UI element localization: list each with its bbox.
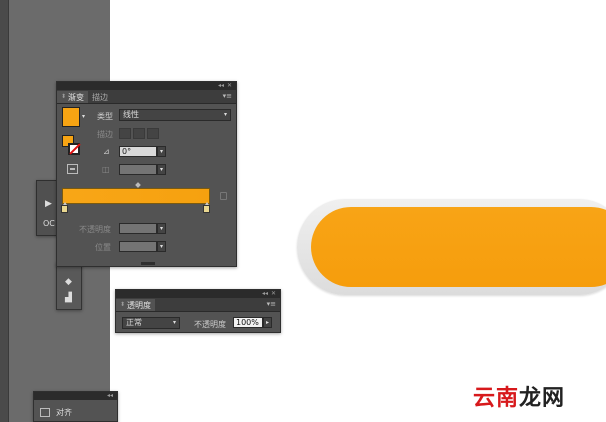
- midpoint-diamond[interactable]: [135, 182, 141, 188]
- stroke-label: 描边: [97, 130, 113, 139]
- collapse-icon[interactable]: ◂◂: [262, 291, 268, 297]
- transparency-panel: ◂◂ ✕ ⬍ 透明度 ▾≡ 正常 ▾ 不透明度 100% ▸: [115, 289, 281, 333]
- align-row[interactable]: 对齐: [40, 405, 110, 419]
- resize-grip[interactable]: [141, 262, 155, 265]
- stroke-swatch-none[interactable]: [68, 143, 80, 155]
- color-stop-left[interactable]: [61, 202, 68, 213]
- chart-icon[interactable]: ▟: [65, 293, 72, 303]
- chevron-down-icon: ▾: [172, 319, 176, 326]
- watermark: 云南龙网: [473, 380, 565, 412]
- play-icon[interactable]: ▶: [45, 199, 52, 209]
- close-icon[interactable]: ✕: [271, 291, 276, 297]
- stroke-gradient-buttons: [119, 128, 159, 139]
- collapse-icon[interactable]: ◂◂: [218, 83, 224, 89]
- color-stop-right[interactable]: [203, 202, 210, 213]
- align-panel: ◂◂ 对齐: [33, 391, 118, 422]
- align-icon: [40, 407, 50, 417]
- tab-transparency-label: 透明度: [127, 300, 152, 310]
- tab-stroke[interactable]: 描边: [88, 91, 112, 103]
- transparency-opacity-field[interactable]: 100%: [233, 317, 263, 328]
- tab-bar: ⬍ 透明度 ▾≡: [116, 298, 280, 312]
- watermark-black-text: 龙网: [519, 386, 566, 411]
- position-label: 位置: [95, 243, 111, 252]
- chevron-down-icon: ▾: [223, 111, 227, 118]
- blend-mode-value: 正常: [126, 318, 142, 327]
- transparency-opacity-label: 不透明度: [194, 320, 226, 329]
- gradient-swatch[interactable]: [62, 107, 80, 127]
- grip-icon: ⬍: [61, 93, 67, 100]
- angle-icon: ⊿: [103, 147, 110, 156]
- aspect-dropdown[interactable]: ▾: [157, 164, 166, 175]
- gradient-slider[interactable]: [62, 188, 210, 204]
- panel-titlebar[interactable]: ◂◂ ✕: [116, 290, 280, 298]
- grip-icon: ⬍: [120, 301, 126, 308]
- stroke-within-button[interactable]: [119, 128, 131, 139]
- type-select[interactable]: 线性 ▾: [119, 109, 231, 121]
- opacity-dropdown[interactable]: ▾: [157, 223, 166, 234]
- aspect-icon: ◫: [102, 165, 110, 174]
- gradient-panel: ◂◂ ✕ ⬍ 渐变 描边 ▾≡ ▾ 类型 线性 ▾ 描边 ⊿ 0° ▾ ◫ ▾ …: [56, 81, 237, 267]
- tab-gradient-label: 渐变: [68, 92, 85, 102]
- chevron-down-icon[interactable]: ▾: [82, 113, 85, 120]
- tab-transparency[interactable]: ⬍ 透明度: [116, 299, 156, 311]
- panel-menu-icon[interactable]: ▾≡: [267, 300, 276, 308]
- co-label: OC: [43, 219, 55, 228]
- paint-bucket-icon[interactable]: ◆: [65, 277, 72, 287]
- opacity-dropdown[interactable]: ▸: [263, 317, 272, 328]
- align-label: 对齐: [56, 407, 72, 417]
- tab-bar: ⬍ 渐变 描边 ▾≡: [57, 90, 236, 104]
- partial-symbol-panel: ◆ ▟: [56, 262, 82, 310]
- left-edge-strip: [0, 0, 9, 422]
- close-icon[interactable]: ✕: [227, 83, 232, 89]
- type-label: 类型: [97, 112, 113, 121]
- panel-titlebar[interactable]: ◂◂ ✕: [57, 82, 236, 90]
- opacity-field[interactable]: [119, 223, 157, 234]
- delete-stop-icon[interactable]: [220, 192, 227, 200]
- stroke-along-button[interactable]: [133, 128, 145, 139]
- stroke-across-button[interactable]: [147, 128, 159, 139]
- fill-stroke-icon[interactable]: [62, 135, 80, 157]
- angle-dropdown[interactable]: ▾: [157, 146, 166, 157]
- partial-tools-panel: ▶ OC: [36, 180, 58, 236]
- collapse-icon[interactable]: ◂◂: [107, 393, 113, 399]
- panel-titlebar[interactable]: ◂◂: [34, 392, 117, 400]
- opacity-label: 不透明度: [79, 225, 111, 234]
- tab-gradient[interactable]: ⬍ 渐变: [57, 91, 89, 103]
- rounded-button-gradient-fill[interactable]: [311, 207, 606, 287]
- type-select-value: 线性: [123, 110, 139, 119]
- blend-mode-select[interactable]: 正常 ▾: [122, 317, 180, 329]
- position-dropdown[interactable]: ▾: [157, 241, 166, 252]
- panel-menu-icon[interactable]: ▾≡: [223, 92, 232, 100]
- aspect-field[interactable]: [119, 164, 157, 175]
- angle-field[interactable]: 0°: [119, 146, 157, 157]
- position-field[interactable]: [119, 241, 157, 252]
- reverse-gradient-icon[interactable]: [67, 164, 78, 174]
- watermark-red-text: 云南: [473, 386, 520, 411]
